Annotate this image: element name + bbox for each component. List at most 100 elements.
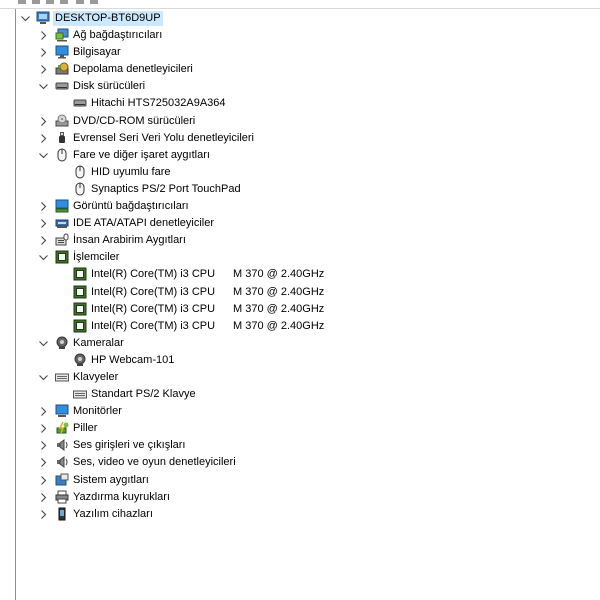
- tree-category-insan-arabirim-ayg-tlar[interactable]: İnsan Arabirim Aygıtları: [16, 232, 600, 249]
- toolbar-icon[interactable]: [76, 0, 84, 4]
- chevron-right-icon[interactable]: [38, 133, 49, 144]
- tree-category-yazd-rma-kuyruklar[interactable]: Yazdırma kuyrukları: [16, 489, 600, 506]
- tree-device-item[interactable]: Intel(R) Core(TM) i3 CPU M 370 @ 2.40GHz: [16, 301, 600, 318]
- tree-item-label: İnsan Arabirim Aygıtları: [73, 234, 186, 247]
- chevron-right-icon[interactable]: [38, 218, 49, 229]
- tree-item-label: Evrensel Seri Veri Yolu denetleyicileri: [73, 131, 254, 144]
- toolbar-icon[interactable]: [18, 0, 26, 4]
- tree-category-bilgisayar[interactable]: Bilgisayar: [16, 44, 600, 61]
- tree-category-monitorler[interactable]: Monitörler: [16, 403, 600, 420]
- tree-item-label: Disk sürücüleri: [73, 80, 146, 93]
- tree-category-disk-suruculeri[interactable]: Disk sürücüleri: [16, 78, 600, 95]
- tree-category-evrensel-seri-veri-yolu-denetleyicileri[interactable]: Evrensel Seri Veri Yolu denetleyicileri: [16, 130, 600, 147]
- mouse-icon: [73, 182, 87, 196]
- tree-item-label: Yazılım cihazları: [73, 507, 153, 520]
- chevron-right-icon[interactable]: [38, 116, 49, 127]
- chevron-right-icon[interactable]: [38, 423, 49, 434]
- tree-device-item[interactable]: Intel(R) Core(TM) i3 CPU M 370 @ 2.40GHz: [16, 318, 600, 335]
- usb-icon: [55, 131, 69, 145]
- tree-item-label: Sistem aygıtları: [73, 473, 149, 486]
- tree-device-item[interactable]: HP Webcam-101: [16, 352, 600, 369]
- tree-device-item[interactable]: Standart PS/2 Klavye: [16, 386, 600, 403]
- keyboard-icon: [73, 387, 87, 401]
- tree-device-item[interactable]: HID uyumlu fare: [16, 164, 600, 181]
- tree-category-sistem-ayg-tlar[interactable]: Sistem aygıtları: [16, 472, 600, 489]
- chevron-right-icon[interactable]: [38, 509, 49, 520]
- disk-drive-icon: [73, 96, 87, 110]
- toolbar-icon[interactable]: [46, 0, 54, 4]
- processor-speed: M 370 @ 2.40GHz: [233, 319, 325, 332]
- tree-category-ag-bagdast-r-c-lar[interactable]: Ağ bağdaştırıcıları: [16, 27, 600, 44]
- tree-category-fare-ve-diger-isaret-ayg-tlar[interactable]: Fare ve diğer işaret aygıtları: [16, 147, 600, 164]
- tree-item-label: Piller: [73, 422, 98, 435]
- processor-name: Intel(R) Core(TM) i3 CPU: [91, 319, 216, 332]
- speaker-icon: [55, 455, 69, 469]
- tree-item-label: Bilgisayar: [73, 46, 121, 59]
- toolbar-icon[interactable]: [60, 0, 68, 4]
- chevron-down-icon[interactable]: [38, 150, 49, 161]
- processor-icon: [73, 267, 87, 281]
- tree-item-label: Standart PS/2 Klavye: [91, 388, 196, 401]
- computer-icon: [36, 11, 50, 25]
- tree-device-item[interactable]: Synaptics PS/2 Port TouchPad: [16, 181, 600, 198]
- tree-item-label: Yazdırma kuyrukları: [73, 490, 170, 503]
- chevron-right-icon[interactable]: [38, 406, 49, 417]
- tree-device-item[interactable]: Intel(R) Core(TM) i3 CPU M 370 @ 2.40GHz: [16, 266, 600, 283]
- chevron-down-icon[interactable]: [38, 81, 49, 92]
- chevron-down-icon[interactable]: [38, 338, 49, 349]
- tree-category-dvd-cd-rom-suruculeri[interactable]: DVD/CD-ROM sürücüleri: [16, 113, 600, 130]
- chevron-down-icon[interactable]: [20, 13, 31, 24]
- tree-item-label: Hitachi HTS725032A9A364: [91, 97, 226, 110]
- mouse-icon: [73, 165, 87, 179]
- tree-item-label: Intel(R) Core(TM) i3 CPU M 370 @ 2.40GHz: [89, 285, 326, 300]
- tree-device-item[interactable]: Intel(R) Core(TM) i3 CPU M 370 @ 2.40GHz: [16, 284, 600, 301]
- tree-category-depolama-denetleyicileri[interactable]: Depolama denetleyicileri: [16, 61, 600, 78]
- tree-item-label: Ses girişleri ve çıkışları: [73, 439, 186, 452]
- system-device-icon: [55, 473, 69, 487]
- tree-category-kameralar[interactable]: Kameralar: [16, 335, 600, 352]
- tree-device-item[interactable]: Hitachi HTS725032A9A364: [16, 95, 600, 112]
- tree-root-computer[interactable]: DESKTOP-BT6D9UP: [16, 10, 600, 27]
- ide-controller-icon: [55, 216, 69, 230]
- computer-monitor-icon: [55, 45, 69, 59]
- tree-item-label: Ağ bağdaştırıcıları: [73, 29, 163, 42]
- monitor-icon: [55, 404, 69, 418]
- battery-icon: [55, 421, 69, 435]
- tree-category-klavyeler[interactable]: Klavyeler: [16, 369, 600, 386]
- chevron-right-icon[interactable]: [38, 235, 49, 246]
- tree-item-label: Intel(R) Core(TM) i3 CPU M 370 @ 2.40GHz: [89, 302, 326, 317]
- tree-item-label: Intel(R) Core(TM) i3 CPU M 370 @ 2.40GHz: [89, 319, 326, 334]
- hid-icon: [55, 233, 69, 247]
- chevron-right-icon[interactable]: [38, 201, 49, 212]
- chevron-down-icon[interactable]: [38, 252, 49, 263]
- processor-icon: [73, 319, 87, 333]
- tree-category-ses-video-ve-oyun-denetleyicileri[interactable]: Ses, video ve oyun denetleyicileri: [16, 454, 600, 471]
- processor-icon: [55, 250, 69, 264]
- tree-item-label: IDE ATA/ATAPI denetleyiciler: [73, 217, 215, 230]
- toolbar-icon[interactable]: [90, 0, 98, 4]
- tree-category-islemciler[interactable]: İşlemciler: [16, 249, 600, 266]
- processor-speed: M 370 @ 2.40GHz: [233, 268, 325, 281]
- tree-item-label: Monitörler: [73, 405, 122, 418]
- chevron-right-icon[interactable]: [38, 475, 49, 486]
- tree-category-ses-girisleri-ve-c-k-slar[interactable]: Ses girişleri ve çıkışları: [16, 437, 600, 454]
- speaker-icon: [55, 438, 69, 452]
- tree-category-piller[interactable]: Piller: [16, 420, 600, 437]
- tree-item-label: Ses, video ve oyun denetleyicileri: [73, 456, 236, 469]
- toolbar-icon[interactable]: [32, 0, 40, 4]
- tree-category-yaz-l-m-cihazlar[interactable]: Yazılım cihazları: [16, 506, 600, 523]
- device-tree[interactable]: DESKTOP-BT6D9UP Ağ bağdaştırıcıları Bilgis…: [16, 10, 600, 523]
- tree-item-label: İşlemciler: [73, 251, 120, 264]
- tree-item-label: Fare ve diğer işaret aygıtları: [73, 148, 210, 161]
- chevron-right-icon[interactable]: [38, 30, 49, 41]
- keyboard-icon: [55, 370, 69, 384]
- chevron-right-icon[interactable]: [38, 47, 49, 58]
- tree-category-ide-ata-atapi-denetleyiciler[interactable]: IDE ATA/ATAPI denetleyiciler: [16, 215, 600, 232]
- tree-category-goruntu-bagdast-r-c-lar[interactable]: Görüntü bağdaştırıcıları: [16, 198, 600, 215]
- chevron-right-icon[interactable]: [38, 64, 49, 75]
- chevron-down-icon[interactable]: [38, 372, 49, 383]
- chevron-right-icon[interactable]: [38, 492, 49, 503]
- printer-icon: [55, 490, 69, 504]
- chevron-right-icon[interactable]: [38, 457, 49, 468]
- chevron-right-icon[interactable]: [38, 440, 49, 451]
